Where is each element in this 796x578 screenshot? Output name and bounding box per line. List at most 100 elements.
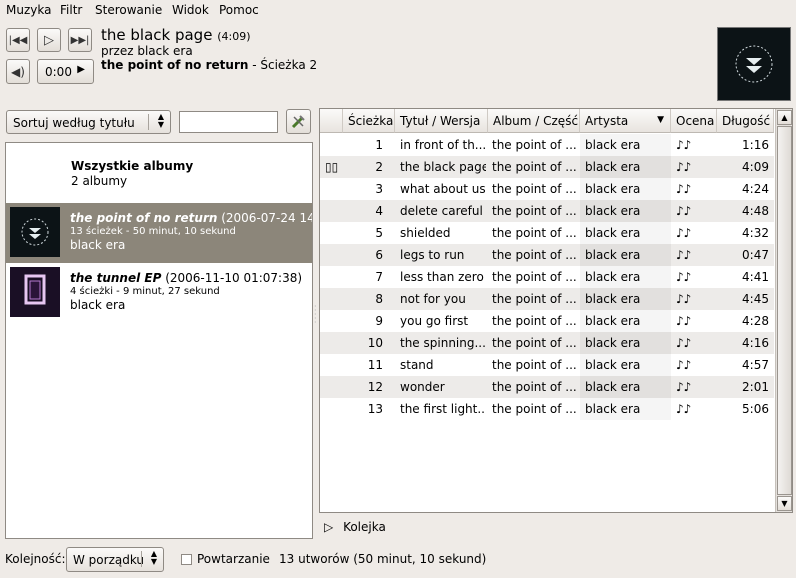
track-title: in front of th... — [400, 138, 486, 152]
status-summary: 13 utworów (50 minut, 10 sekund) — [279, 552, 487, 566]
scroll-up-icon[interactable]: ▲ — [777, 110, 792, 125]
all-albums-count: 2 albumy — [71, 174, 128, 188]
track-rating: ♪♪ — [676, 182, 692, 196]
track-num: 3 — [375, 182, 383, 196]
album-info: 13 ścieżek - 50 minut, 10 sekund — [70, 226, 236, 237]
col-header-track-label: Ścieżka — [348, 114, 394, 128]
song-artist: przez black era — [101, 44, 193, 58]
volume-button[interactable]: ◀) — [6, 59, 30, 84]
track-title: legs to run — [400, 248, 465, 262]
album-title: the tunnel EP — [70, 271, 162, 285]
track-title: shielded — [400, 226, 451, 240]
track-length: 2:01 — [742, 380, 769, 394]
album-row[interactable]: the tunnel EP (2006-11-10 01:07:38) 4 śc… — [6, 263, 312, 323]
album-artist: black era — [70, 238, 126, 252]
queue-expander[interactable]: ▷ Kolejka — [324, 520, 386, 534]
track-rating: ♪♪ — [676, 204, 692, 218]
combo-arrows-icon: ▲ ▼ — [150, 549, 157, 566]
order-combo[interactable]: W porządku ▲ ▼ — [66, 547, 164, 572]
track-num: 6 — [375, 248, 383, 262]
col-header-rating[interactable]: Ocena — [671, 109, 717, 133]
album-row[interactable]: the point of no return (2006-07-24 14...… — [6, 203, 312, 263]
col-header-artist[interactable]: Artysta ▼ — [580, 109, 671, 133]
song-length: (4:09) — [217, 30, 251, 43]
menu-widok[interactable]: Widok — [172, 3, 209, 17]
track-row[interactable]: 6 legs to run the point of ... black era ♪♪ 0… — [320, 244, 774, 266]
track-title: what about us — [400, 182, 486, 196]
track-length: 0:47 — [742, 248, 769, 262]
track-rating: ♪♪ — [676, 380, 692, 394]
track-row[interactable]: 1 in front of th... the point of ... black … — [320, 134, 774, 156]
album-info: 4 ścieżki - 9 minut, 27 sekund — [70, 286, 220, 297]
track-num: 13 — [367, 402, 383, 416]
track-title: wonder — [400, 380, 445, 394]
play-icon: ▷ — [44, 32, 54, 48]
track-row[interactable]: ▯▯ 2 the black page the point of ... black e… — [320, 156, 774, 178]
album-list[interactable]: Wszystkie albumy 2 albumy the point of n… — [5, 142, 313, 539]
album-all-row[interactable]: Wszystkie albumy 2 albumy — [6, 143, 312, 203]
menu-muzyka[interactable]: Muzyka — [6, 3, 51, 17]
track-row[interactable]: 11 stand the point of ... black era ♪♪ 4:57 — [320, 354, 774, 376]
album-title-line: the tunnel EP (2006-11-10 01:07:38) — [70, 271, 302, 285]
track-scrollbar[interactable]: ▲ ▼ — [775, 109, 792, 512]
track-artist: black era — [580, 354, 671, 376]
track-row[interactable]: 5 shielded the point of ... black era ♪♪ 4:32 — [320, 222, 774, 244]
track-title: the black page — [400, 160, 486, 174]
track-artist: black era — [580, 178, 671, 200]
track-album: the point of ... — [492, 160, 577, 174]
menu-arrow-icon: ▶ — [77, 64, 85, 75]
play-button[interactable]: ▷ — [37, 28, 61, 52]
track-title: stand — [400, 358, 434, 372]
track-row[interactable]: 3 what about us the point of ... black era ♪… — [320, 178, 774, 200]
skip-forward-icon: ▶▶| — [70, 34, 90, 46]
track-row[interactable]: 12 wonder the point of ... black era ♪♪ 2:01 — [320, 376, 774, 398]
track-artist: black era — [580, 134, 671, 156]
track-rating: ♪♪ — [676, 138, 692, 152]
col-header-title[interactable]: Tytuł / Wersja — [395, 109, 488, 133]
col-header-length[interactable]: Długość — [717, 109, 774, 133]
song-track: - Ścieżka 2 — [248, 58, 318, 72]
track-num: 2 — [375, 160, 383, 174]
track-album: the point of ... — [492, 226, 577, 240]
scroll-down-icon[interactable]: ▼ — [777, 496, 792, 511]
track-row[interactable]: 7 less than zero the point of ... black era… — [320, 266, 774, 288]
album-cover[interactable] — [717, 27, 791, 101]
col-header-status[interactable] — [320, 109, 343, 133]
track-artist: black era — [580, 310, 671, 332]
scrollbar-thumb[interactable] — [777, 126, 792, 495]
menu-filtr[interactable]: Filtr — [60, 3, 82, 17]
sort-combo[interactable]: Sortuj według tytułu ▲ ▼ — [6, 110, 171, 134]
album-thumbnail — [10, 207, 60, 257]
track-row[interactable]: 4 delete careful the point of ... black era… — [320, 200, 774, 222]
skip-back-icon: |◀◀ — [8, 34, 28, 46]
search-input[interactable] — [179, 111, 278, 133]
now-playing-icon: ▯▯ — [325, 160, 339, 174]
track-row[interactable]: 10 the spinning... the point of ... black e… — [320, 332, 774, 354]
pane-handle[interactable]: · · · · · — [314, 303, 318, 327]
col-header-track[interactable]: Ścieżka — [343, 109, 395, 133]
menu-pomoc[interactable]: Pomoc — [219, 3, 259, 17]
menu-sterowanie[interactable]: Sterowanie — [95, 3, 162, 17]
track-rating: ♪♪ — [676, 248, 692, 262]
previous-button[interactable]: |◀◀ — [6, 28, 30, 52]
track-num: 12 — [367, 380, 383, 394]
track-artist: black era — [580, 200, 671, 222]
next-button[interactable]: ▶▶| — [68, 28, 92, 52]
track-num: 1 — [375, 138, 383, 152]
track-row[interactable]: 8 not for you the point of ... black era ♪♪ 4… — [320, 288, 774, 310]
track-row[interactable]: 13 the first light... the point of ... blac… — [320, 398, 774, 420]
track-length: 4:32 — [742, 226, 769, 240]
seek-button[interactable]: 0:00 ▶ — [37, 59, 94, 84]
album-date: (2006-11-10 01:07:38) — [161, 271, 303, 285]
track-album: the point of ... — [492, 270, 577, 284]
track-length: 4:09 — [742, 160, 769, 174]
repeat-checkbox[interactable] — [181, 554, 192, 565]
track-list[interactable]: Ścieżka Tytuł / Wersja Album / Część Art… — [319, 108, 793, 513]
album-artist: black era — [70, 298, 126, 312]
clear-search-button[interactable] — [286, 109, 311, 134]
sort-combo-label: Sortuj według tytułu — [13, 116, 135, 130]
repeat-label[interactable]: Powtarzanie — [197, 552, 270, 566]
track-length: 4:48 — [742, 204, 769, 218]
col-header-album[interactable]: Album / Część — [488, 109, 580, 133]
track-row[interactable]: 9 you go first the point of ... black era ♪♪… — [320, 310, 774, 332]
